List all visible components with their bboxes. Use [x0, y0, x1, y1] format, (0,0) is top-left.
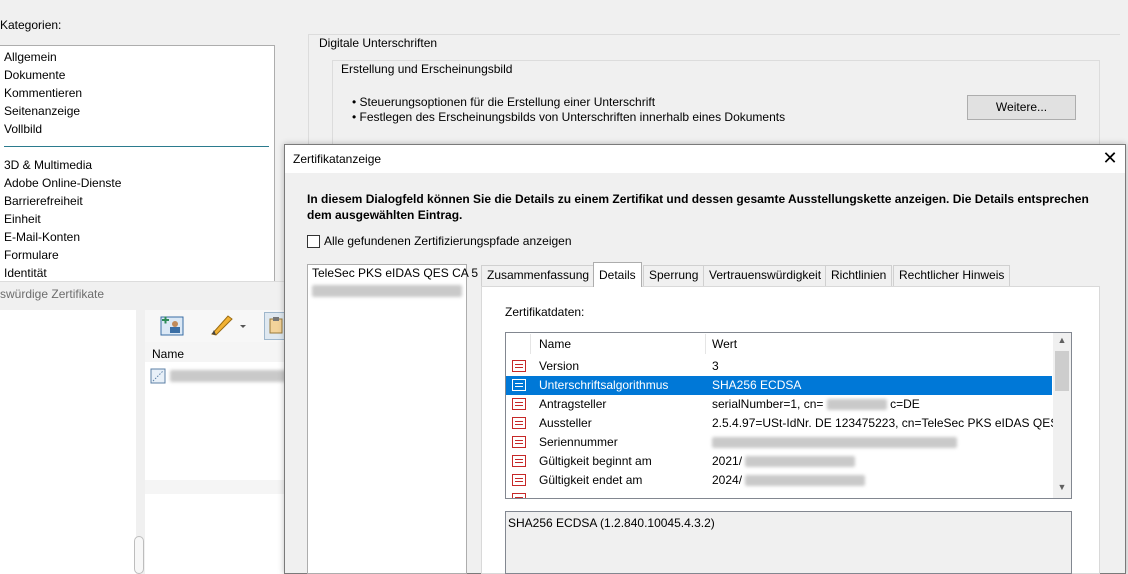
category-item-allgemein[interactable]: Allgemein: [4, 48, 57, 66]
category-item-kommentieren[interactable]: Kommentieren: [4, 84, 82, 102]
field-value: 2024/: [712, 473, 866, 487]
category-item-email-konten[interactable]: E-Mail-Konten: [4, 228, 80, 246]
certificate-icon: [150, 368, 166, 384]
tab-zusammenfassung[interactable]: Zusammenfassung: [481, 265, 596, 286]
column-divider[interactable]: [530, 334, 531, 354]
categories-list[interactable]: Allgemein Dokumente Kommentieren Seitena…: [0, 45, 275, 295]
categories-label: Kategorien:: [0, 18, 62, 32]
column-divider[interactable]: [705, 334, 706, 354]
add-contact-icon[interactable]: [158, 312, 186, 340]
redacted-name: [312, 285, 462, 297]
table-row[interactable]: Seriennummer: [506, 433, 1052, 452]
certificate-field-icon: [512, 398, 526, 410]
trusted-certificates-side-panel: [0, 310, 136, 574]
field-value-prefix: 2021/: [712, 454, 743, 468]
bullet-text: • Steuerungsoptionen für die Erstellung …: [352, 95, 656, 109]
name-column-header[interactable]: Name: [152, 347, 184, 361]
table-row[interactable]: Aussteller 2.5.4.97=USt-IdNr. DE 1234752…: [506, 414, 1072, 433]
category-item-seitenanzeige[interactable]: Seitenanzeige: [4, 102, 80, 120]
trusted-certificates-title: swürdige Zertifikate: [0, 287, 105, 301]
category-item-dokumente[interactable]: Dokumente: [4, 66, 65, 84]
table-row-selected[interactable]: Unterschriftsalgorithmus SHA256 ECDSA: [506, 376, 1052, 395]
show-all-paths-checkbox[interactable]: Alle gefundenen Zertifizierungspfade anz…: [307, 234, 572, 248]
redacted-value: [745, 475, 866, 487]
checkbox-box[interactable]: [307, 234, 320, 248]
category-item-identitaet[interactable]: Identität: [4, 264, 47, 282]
certificate-field-icon: [512, 417, 526, 429]
certificate-field-icon: [512, 474, 526, 486]
category-item-adobe-online[interactable]: Adobe Online-Dienste: [4, 174, 121, 192]
tab-sperrung[interactable]: Sperrung: [643, 265, 705, 286]
field-value-prefix: 2024/: [712, 473, 743, 487]
table-row[interactable]: Gültigkeit beginnt am 2021/: [506, 452, 1052, 471]
show-all-paths-label: Alle gefundenen Zertifizierungspfade anz…: [324, 234, 572, 248]
chain-item[interactable]: TeleSec PKS eIDAS QES CA 5: [312, 266, 478, 280]
category-item-vollbild[interactable]: Vollbild: [4, 120, 42, 138]
scroll-down-icon[interactable]: ▼: [1053, 482, 1071, 496]
category-divider: [4, 146, 269, 147]
tab-richtlinien[interactable]: Richtlinien: [825, 265, 893, 286]
edit-pencil-icon[interactable]: [208, 312, 248, 340]
certificate-field-icon: [512, 436, 526, 448]
field-detail-text: SHA256 ECDSA (1.2.840.10045.4.3.2): [508, 516, 715, 530]
name-column-header[interactable]: Name: [539, 337, 571, 351]
splitter-handle[interactable]: [134, 536, 144, 574]
field-value: [712, 435, 957, 449]
value-column-header[interactable]: Wert: [712, 337, 737, 351]
table-row[interactable]: Antragsteller serialNumber=1, cn= c=DE: [506, 395, 1052, 414]
field-value: serialNumber=1, cn= c=DE: [712, 397, 920, 411]
field-value: 2021/: [712, 454, 856, 468]
field-name: Version: [539, 359, 580, 373]
field-value: 2.5.4.97=USt-IdNr. DE 123475223, cn=Tele…: [712, 416, 1072, 430]
field-value-suffix: c=DE: [890, 397, 920, 411]
digital-signatures-title: Digitale Unterschriften: [318, 36, 439, 50]
close-icon[interactable]: ✕: [1100, 148, 1120, 168]
dialog-title: Zertifikatanzeige: [293, 152, 382, 166]
list-item[interactable]: [150, 368, 290, 384]
scroll-up-icon[interactable]: ▲: [1053, 335, 1071, 349]
chain-item-redacted[interactable]: [312, 285, 462, 300]
more-button[interactable]: Weitere...: [967, 95, 1076, 120]
trusted-certificates-details: [145, 494, 288, 574]
category-item-barrierefreiheit[interactable]: Barrierefreiheit: [4, 192, 83, 210]
certificate-chain-tree[interactable]: [307, 264, 467, 574]
field-name: Unterschriftsalgorithmus: [539, 378, 669, 392]
table-row-partial[interactable]: [506, 490, 1052, 498]
scrollbar-thumb[interactable]: [1055, 351, 1069, 391]
tab-rechtlicher-hinweis[interactable]: Rechtlicher Hinweis: [893, 265, 1011, 286]
dialog-titlebar[interactable]: [285, 145, 1125, 173]
category-item-einheit[interactable]: Einheit: [4, 210, 41, 228]
redacted-value: [826, 399, 887, 411]
field-value-prefix: serialNumber=1, cn=: [712, 397, 824, 411]
field-name: Antragsteller: [539, 397, 607, 411]
redacted-value: [712, 437, 957, 449]
bullet-text: • Festlegen des Erscheinungsbilds von Un…: [352, 110, 786, 124]
dialog-description: In diesem Dialogfeld können Sie die Deta…: [307, 192, 1089, 222]
certificate-field-icon: [512, 379, 526, 391]
redacted-value: [745, 456, 856, 468]
certificate-field-icon: [512, 360, 526, 372]
tab-vertrauenswuerdigkeit[interactable]: Vertrauenswürdigkeit: [703, 265, 828, 286]
table-row[interactable]: Version 3: [506, 357, 1052, 376]
field-name: Gültigkeit beginnt am: [539, 454, 652, 468]
field-value: SHA256 ECDSA: [712, 378, 802, 392]
field-name: Gültigkeit endet am: [539, 473, 643, 487]
category-item-formulare[interactable]: Formulare: [4, 246, 59, 264]
redacted-name: [170, 370, 290, 382]
field-value: 3: [712, 359, 719, 373]
field-name: Aussteller: [539, 416, 592, 430]
certificate-field-icon: [512, 493, 526, 498]
tab-details[interactable]: Details: [593, 262, 642, 287]
creation-appearance-title: Erstellung und Erscheinungsbild: [340, 62, 514, 76]
table-row[interactable]: Gültigkeit endet am 2024/: [506, 471, 1052, 490]
certificate-field-icon: [512, 455, 526, 467]
category-item-3d-multimedia[interactable]: 3D & Multimedia: [4, 156, 92, 174]
field-name: Seriennummer: [539, 435, 618, 449]
certificate-data-label: Zertifikatdaten:: [505, 305, 585, 319]
